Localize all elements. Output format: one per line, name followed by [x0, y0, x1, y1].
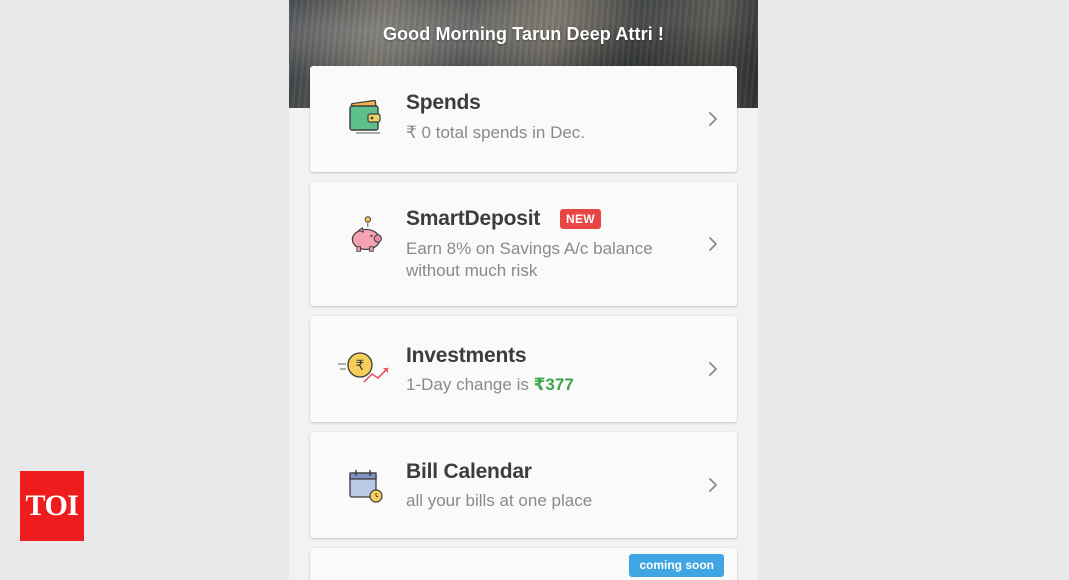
smartdeposit-card[interactable]: SmartDeposit NEW Earn 8% on Savings A/c … — [310, 182, 737, 306]
chevron-right-icon — [709, 362, 717, 376]
chevron-right-icon — [709, 112, 717, 126]
calendar-clock-icon — [349, 470, 383, 503]
smartdeposit-subtitle: Earn 8% on Savings A/c balance without m… — [406, 239, 653, 280]
bill-calendar-subtitle: all your bills at one place — [406, 491, 593, 510]
wallet-icon — [349, 99, 381, 134]
piggy-bank-icon — [351, 216, 382, 252]
one-day-change-value: ₹377 — [533, 375, 574, 394]
chevron-right-icon — [709, 237, 717, 251]
spends-card[interactable]: Spends ₹ 0 total spends in Dec. — [310, 66, 737, 172]
investments-subtitle-prefix: 1-Day change is — [406, 375, 534, 394]
spends-title: Spends — [406, 91, 481, 114]
toi-watermark-logo: TOI — [20, 471, 84, 541]
new-badge: NEW — [560, 209, 601, 229]
smartdeposit-title: SmartDeposit — [406, 207, 541, 230]
chevron-right-icon — [709, 478, 717, 492]
greeting-text: Good Morning Tarun Deep Attri ! — [382, 24, 665, 44]
investments-title: Investments — [406, 344, 527, 367]
app-screen: Good Morning Tarun Deep Attri ! Spends ₹… — [289, 0, 758, 580]
bill-calendar-title: Bill Calendar — [406, 460, 532, 483]
upcoming-feature-card[interactable]: coming soon — [310, 548, 737, 580]
bill-calendar-card[interactable]: Bill Calendar all your bills at one plac… — [310, 432, 737, 538]
svg-text:₹: ₹ — [356, 358, 365, 374]
investments-card[interactable]: ₹ Investments 1-Day change is ₹377 — [310, 316, 737, 422]
coming-soon-badge: coming soon — [629, 554, 724, 577]
rupee-coin-growth-icon: ₹ — [338, 352, 389, 383]
spends-subtitle: ₹ 0 total spends in Dec. — [406, 123, 586, 142]
investments-subtitle: 1-Day change is ₹377 — [406, 374, 696, 396]
